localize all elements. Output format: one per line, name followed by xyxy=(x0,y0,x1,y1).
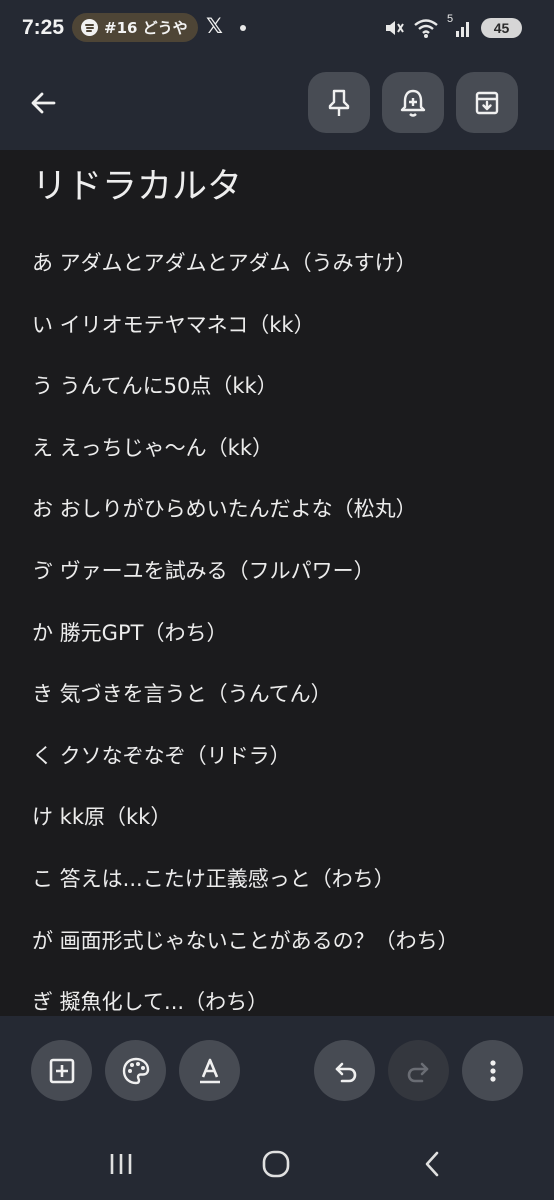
archive-icon xyxy=(475,91,499,114)
mute-vibrate-icon xyxy=(386,21,404,35)
bell-plus-icon xyxy=(400,89,426,117)
note-line: こ 答えは...こたけ正義感っと（わち） xyxy=(32,866,395,891)
note-title[interactable]: リドラカルタ xyxy=(32,164,242,210)
signal-icon: 5 xyxy=(447,13,473,39)
media-chip[interactable]: #16 どうや xyxy=(72,13,198,42)
note-line: か 勝元GPT（わち） xyxy=(32,620,228,645)
home-icon xyxy=(262,1150,290,1178)
note-line: き 気づきを言うと（うんてん） xyxy=(32,682,332,707)
add-content-button[interactable] xyxy=(31,1040,92,1101)
pin-icon xyxy=(328,89,350,116)
back-button[interactable] xyxy=(20,80,66,126)
text-format-icon xyxy=(199,1058,220,1083)
archive-button[interactable] xyxy=(456,72,518,133)
status-icons: 5 45 xyxy=(383,13,522,41)
arrow-left-icon xyxy=(31,92,56,114)
redo-icon xyxy=(407,1062,428,1082)
more-vertical-icon xyxy=(489,1059,496,1082)
note-line: え えっちじゃ〜ん（kk） xyxy=(32,435,273,460)
note-body[interactable]: あ アダムとアダムとアダム（うみすけ） い イリオモテヤマネコ（kk） う うん… xyxy=(32,240,532,1016)
pin-button[interactable] xyxy=(308,72,370,133)
spotify-icon xyxy=(81,19,98,36)
background-options-button[interactable] xyxy=(105,1040,166,1101)
home-button[interactable] xyxy=(251,1144,301,1184)
battery-indicator: 45 xyxy=(481,18,522,38)
status-time: 7:25 xyxy=(22,16,65,39)
note-line: お おしりがひらめいたんだよな（松丸） xyxy=(32,497,417,522)
back-chevron-icon xyxy=(425,1151,439,1177)
status-bar: 7:25 #16 どうや 𝕏 5 45 xyxy=(0,0,554,56)
x-logo-icon: 𝕏 xyxy=(206,14,223,38)
note-line: あ アダムとアダムとアダム（うみすけ） xyxy=(32,251,417,275)
palette-icon xyxy=(122,1057,149,1084)
reminder-button[interactable] xyxy=(382,72,444,133)
more-options-button[interactable] xyxy=(462,1040,523,1101)
battery-level: 45 xyxy=(493,20,510,36)
note-line: う うんてんに50点（kk） xyxy=(32,374,278,399)
system-nav-bar xyxy=(0,1120,554,1200)
media-title: #16 どうや xyxy=(104,19,188,37)
redo-button[interactable] xyxy=(388,1040,449,1101)
note-line: い イリオモテヤマネコ（kk） xyxy=(32,312,315,337)
recents-button[interactable] xyxy=(96,1144,146,1184)
notification-dot xyxy=(240,25,246,31)
note-line: け kk原（kk） xyxy=(32,805,172,830)
note-line: ぎ 擬魚化して...（わち） xyxy=(32,990,269,1015)
note-app-bar xyxy=(0,56,554,150)
add-box-icon xyxy=(49,1058,74,1083)
undo-button[interactable] xyxy=(314,1040,375,1101)
recents-icon xyxy=(110,1154,132,1174)
note-line: ゔ ヴァーユを試みる（フルパワー） xyxy=(32,558,375,583)
nav-back-button[interactable] xyxy=(407,1144,457,1184)
undo-icon xyxy=(335,1062,356,1082)
note-line: が 画面形式じゃないことがあるの？（わち） xyxy=(32,928,459,953)
text-format-button[interactable] xyxy=(179,1040,240,1101)
note-line: く クソなぞなぞ（リドラ） xyxy=(32,743,291,768)
wifi-icon xyxy=(414,19,438,38)
